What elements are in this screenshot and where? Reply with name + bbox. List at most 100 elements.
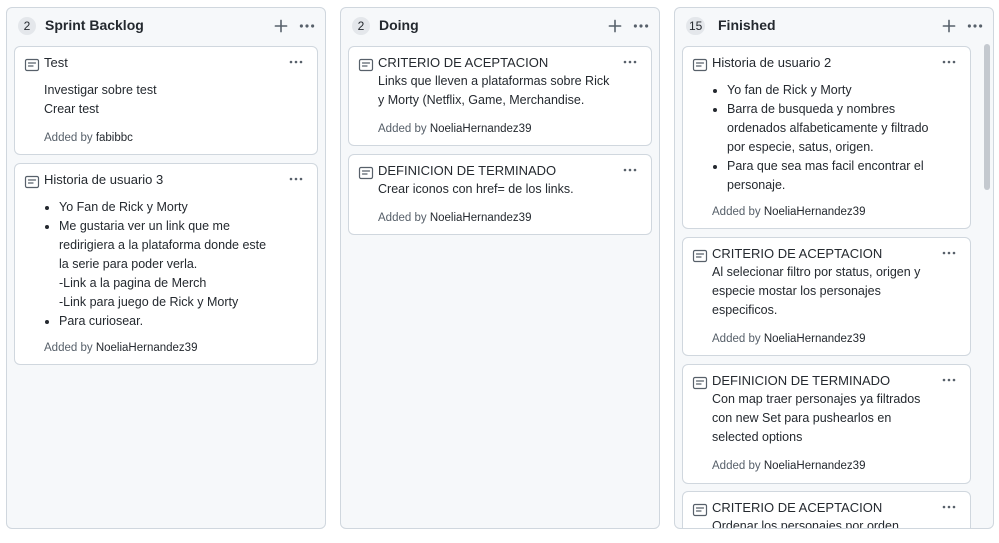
card-body-line: especie mostar los personajes (712, 284, 881, 298)
card-title: DEFINICION DE TERMINADO (712, 373, 891, 388)
note-icon (358, 57, 374, 73)
column-title: Sprint Backlog (45, 17, 144, 33)
plus-icon (942, 19, 956, 33)
added-by-label: Added by (712, 333, 761, 345)
card-added-by: Added by fabibbc (44, 131, 133, 145)
card-author[interactable]: NoeliaHernandez39 (430, 123, 532, 135)
added-by-label: Added by (378, 123, 427, 135)
card-author[interactable]: NoeliaHernandez39 (764, 333, 866, 345)
column-header: 2 Doing (341, 8, 659, 42)
column-doing: 2 Doing CRITERIO DE ACEPTACION Links que… (340, 7, 660, 529)
card-menu-button[interactable] (622, 162, 638, 178)
column-card-count: 15 (686, 17, 706, 35)
card-title: Test (44, 55, 68, 70)
card-body: Al selecionar filtro por status, origen … (712, 263, 954, 320)
card-author[interactable]: NoeliaHernandez39 (764, 460, 866, 472)
card[interactable]: CRITERIO DE ACEPTACION Links que lleven … (348, 46, 652, 146)
card-title: CRITERIO DE ACEPTACION (712, 500, 883, 515)
bullet-list: Yo Fan de Rick y Morty Me gustaria ver u… (44, 198, 301, 331)
added-by-label: Added by (44, 342, 93, 354)
column-card-count: 2 (352, 17, 370, 35)
column-menu-button[interactable] (966, 17, 984, 35)
add-card-button[interactable] (606, 17, 624, 35)
card-author[interactable]: NoeliaHernandez39 (430, 212, 532, 224)
card-menu-button[interactable] (941, 499, 957, 515)
card-body: Con map traer personajes ya filtrados co… (712, 390, 954, 447)
card[interactable]: Test Investigar sobre test Crear test Ad… (14, 46, 318, 155)
card-menu-button[interactable] (288, 171, 304, 187)
card-title: DEFINICION DE TERMINADO (378, 163, 557, 178)
card-body-line: Crear test (44, 102, 99, 116)
column-finished: 15 Finished Historia de usuario 2 Yo fan… (674, 7, 994, 529)
card-title: CRITERIO DE ACEPTACION (378, 55, 549, 70)
add-card-button[interactable] (940, 17, 958, 35)
card-added-by: Added by NoeliaHernandez39 (712, 332, 865, 346)
card[interactable]: DEFINICION DE TERMINADO Crear iconos con… (348, 154, 652, 235)
kebab-horizontal-icon (633, 24, 649, 28)
list-item: Yo Fan de Rick y Morty (59, 198, 301, 217)
added-by-label: Added by (712, 206, 761, 218)
list-item: Para que sea mas facil encontrar el pers… (727, 157, 954, 195)
plus-icon (274, 19, 288, 33)
note-icon (692, 57, 708, 73)
card-menu-button[interactable] (941, 54, 957, 70)
note-icon (358, 165, 374, 181)
list-item: Barra de busqueda y nombres ordenados al… (727, 100, 954, 157)
card-body-line: Links que lleven a plataformas sobre Ric… (378, 74, 610, 88)
column-card-count: 2 (18, 17, 36, 35)
card-title: Historia de usuario 3 (44, 172, 164, 187)
note-icon (692, 502, 708, 518)
card-title: CRITERIO DE ACEPTACION (712, 246, 883, 261)
card-author[interactable]: NoeliaHernandez39 (764, 206, 866, 218)
column-title: Finished (718, 17, 776, 33)
card-body: Links que lleven a plataformas sobre Ric… (378, 72, 635, 110)
column-menu-button[interactable] (298, 17, 316, 35)
card-menu-button[interactable] (622, 54, 638, 70)
add-card-button[interactable] (272, 17, 290, 35)
card[interactable]: CRITERIO DE ACEPTACION Al selecionar fil… (682, 237, 971, 356)
kebab-horizontal-icon (299, 24, 315, 28)
card-author[interactable]: fabibbc (96, 132, 133, 144)
card-body: Yo fan de Rick y Morty Barra de busqueda… (712, 81, 954, 195)
card[interactable]: Historia de usuario 3 Yo Fan de Rick y M… (14, 163, 318, 365)
card[interactable]: CRITERIO DE ACEPTACION Ordenar los perso… (682, 491, 971, 529)
column-header: 2 Sprint Backlog (7, 8, 325, 42)
card-body: Ordenar los personajes por orden (712, 517, 954, 529)
card-body-line: Con map traer personajes ya filtrados (712, 392, 921, 406)
scrollbar-thumb[interactable] (984, 44, 990, 190)
card[interactable]: DEFINICION DE TERMINADO Con map traer pe… (682, 364, 971, 484)
kebab-horizontal-icon (289, 60, 303, 64)
card[interactable]: Historia de usuario 2 Yo fan de Rick y M… (682, 46, 971, 229)
card-body-line: Crear iconos con href= de los links. (378, 182, 574, 196)
added-by-label: Added by (378, 212, 427, 224)
column-title: Doing (379, 17, 419, 33)
card-title: Historia de usuario 2 (712, 55, 832, 70)
card-added-by: Added by NoeliaHernandez39 (44, 341, 197, 355)
kebab-horizontal-icon (942, 505, 956, 509)
column-sprint-backlog: 2 Sprint Backlog Test Investigar sobre t… (6, 7, 326, 529)
kebab-horizontal-icon (623, 60, 637, 64)
list-item: Yo fan de Rick y Morty (727, 81, 954, 100)
column-menu-button[interactable] (632, 17, 650, 35)
card-body: Investigar sobre test Crear test (44, 81, 301, 119)
card-body: Crear iconos con href= de los links. (378, 180, 635, 199)
kebab-horizontal-icon (289, 177, 303, 181)
note-icon (24, 174, 40, 190)
card-body-line: y Morty (Netflix, Game, Merchandise. (378, 93, 585, 107)
note-icon (692, 375, 708, 391)
card-body-line: selected options (712, 430, 803, 444)
kebab-horizontal-icon (942, 251, 956, 255)
card-menu-button[interactable] (941, 372, 957, 388)
card-body-line: Ordenar los personajes por orden (712, 519, 899, 529)
card-menu-button[interactable] (941, 245, 957, 261)
kebab-horizontal-icon (967, 24, 983, 28)
card-body-line: especificos. (712, 303, 778, 317)
list-item: Para curiosear. (59, 312, 301, 331)
card-added-by: Added by NoeliaHernandez39 (378, 211, 531, 225)
list-item: Me gustaria ver un link que me redirigie… (59, 217, 301, 312)
card-author[interactable]: NoeliaHernandez39 (96, 342, 198, 354)
note-icon (692, 248, 708, 264)
card-body-line: Al selecionar filtro por status, origen … (712, 265, 921, 279)
card-menu-button[interactable] (288, 54, 304, 70)
card-body-line: con new Set para pushearlos en (712, 411, 892, 425)
